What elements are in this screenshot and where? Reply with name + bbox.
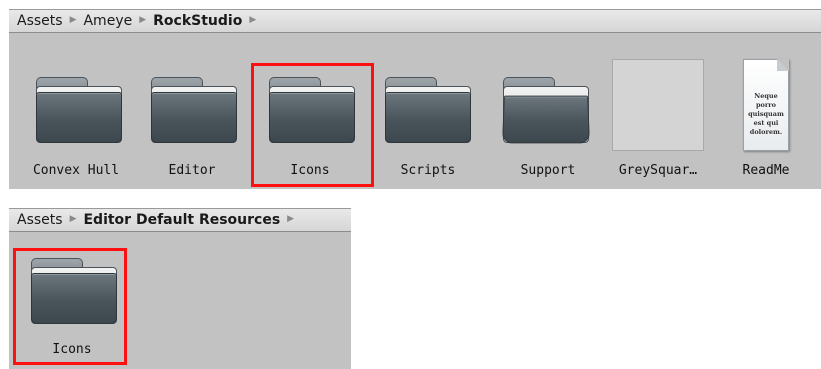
folder-icon	[36, 77, 122, 143]
asset-label: GreySquar…	[618, 163, 698, 178]
breadcrumb: Assets ▶ Editor Default Resources ▶	[9, 208, 351, 232]
asset-label: Convex Hull	[32, 163, 120, 178]
asset-support[interactable]: Support	[493, 69, 603, 181]
document-preview-text: Neque porro quisquam est qui dolorem.	[748, 92, 784, 136]
breadcrumb-separator-icon: ▶	[139, 15, 147, 25]
breadcrumb-assets[interactable]: Assets	[15, 13, 65, 29]
breadcrumb-assets[interactable]: Assets	[15, 212, 65, 228]
text-document-icon: Neque porro quisquam est qui dolorem.	[743, 59, 789, 151]
asset-greysquare[interactable]: GreySquar…	[603, 59, 713, 181]
breadcrumb-separator-icon: ▶	[69, 214, 77, 224]
asset-label: Support	[520, 163, 576, 178]
breadcrumb-separator-icon[interactable]: ▶	[244, 15, 261, 25]
breadcrumb: Assets ▶ Ameye ▶ RockStudio ▶	[9, 9, 821, 33]
asset-readme[interactable]: Neque porro quisquam est qui dolorem. Re…	[715, 59, 821, 181]
asset-label: ReadMe	[742, 163, 790, 178]
project-browser-panel-1: Assets ▶ Ameye ▶ RockStudio ▶ Convex Hul…	[9, 9, 821, 189]
breadcrumb-rockstudio[interactable]: RockStudio	[151, 13, 244, 29]
asset-editor[interactable]: Editor	[137, 69, 247, 181]
texture-thumbnail-icon	[612, 59, 704, 151]
folder-open-icon	[502, 77, 590, 144]
asset-label: Editor	[168, 163, 216, 178]
breadcrumb-separator-icon: ▶	[69, 15, 77, 25]
asset-convex-hull[interactable]: Convex Hull	[21, 69, 131, 181]
asset-scripts[interactable]: Scripts	[373, 69, 483, 181]
breadcrumb-ameye[interactable]: Ameye	[81, 13, 134, 29]
asset-label: Scripts	[400, 163, 456, 178]
highlight-box	[13, 248, 127, 365]
breadcrumb-editor-default-resources[interactable]: Editor Default Resources	[81, 212, 282, 228]
breadcrumb-separator-icon[interactable]: ▶	[282, 214, 299, 224]
folder-icon	[385, 77, 471, 143]
folder-icon	[151, 77, 237, 143]
highlight-box	[251, 63, 374, 187]
project-browser-panel-2: Assets ▶ Editor Default Resources ▶ Icon…	[9, 208, 351, 369]
